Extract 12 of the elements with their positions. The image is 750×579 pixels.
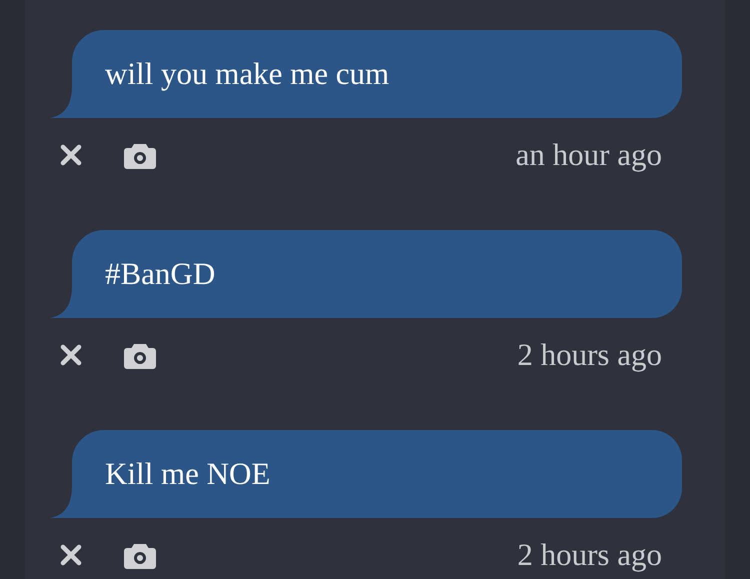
message-bubble: Kill me NOE xyxy=(50,430,682,518)
close-icon[interactable] xyxy=(60,144,82,166)
timestamp: 2 hours ago xyxy=(517,537,662,573)
timestamp: 2 hours ago xyxy=(517,337,662,373)
message-bubble: #BanGD xyxy=(50,230,682,318)
message-bubble: will you make me cum xyxy=(50,30,682,118)
camera-icon[interactable] xyxy=(124,342,156,368)
timestamp: an hour ago xyxy=(516,137,662,173)
close-icon[interactable] xyxy=(60,544,82,566)
camera-icon[interactable] xyxy=(124,542,156,568)
close-icon[interactable] xyxy=(60,344,82,366)
camera-icon[interactable] xyxy=(124,142,156,168)
